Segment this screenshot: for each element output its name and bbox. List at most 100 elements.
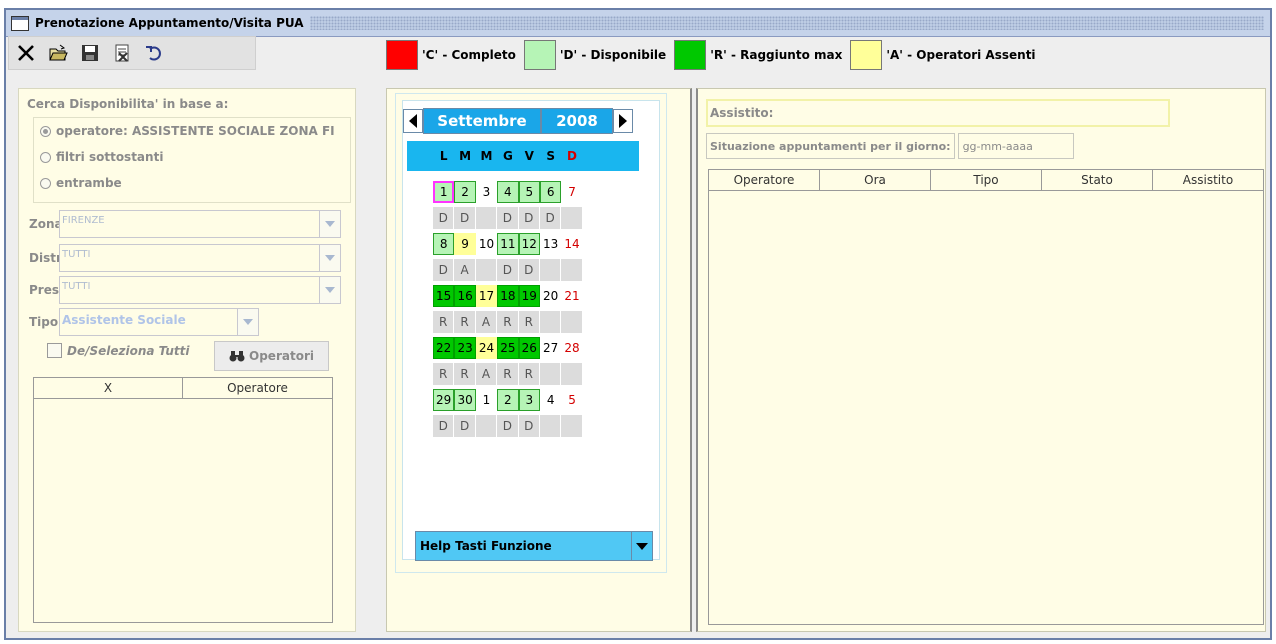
search-mode-radio[interactable]: entrambe xyxy=(34,170,350,196)
calendar-day[interactable]: 20 xyxy=(539,285,562,307)
day-status xyxy=(539,259,562,281)
calendar-day[interactable]: 5 xyxy=(561,389,582,411)
calendar-day[interactable]: 1 xyxy=(475,389,498,411)
calendar-day[interactable]: 25 xyxy=(497,337,519,359)
legend-swatch xyxy=(523,40,556,70)
select-all-label: De/Seleziona Tutti xyxy=(67,343,190,358)
operatori-button-label: Operatori xyxy=(249,349,314,363)
chevron-down-icon[interactable] xyxy=(319,245,340,271)
column-header-stato[interactable]: Stato xyxy=(1042,170,1153,190)
calendar-day[interactable]: 4 xyxy=(497,181,519,203)
calendar-day[interactable]: 26 xyxy=(518,337,540,359)
calendar-day[interactable]: 15 xyxy=(433,285,455,307)
radio-button[interactable] xyxy=(40,151,51,163)
tipo-label: Tipo xyxy=(29,315,59,329)
day-name: M xyxy=(459,149,472,163)
calendar-day[interactable]: 2 xyxy=(454,181,476,203)
calendar-day[interactable]: 11 xyxy=(497,233,519,255)
pres-combo[interactable]: TUTTI xyxy=(59,276,341,304)
radio-button[interactable] xyxy=(40,177,51,189)
calendar-day[interactable]: 14 xyxy=(561,233,582,255)
title-bar[interactable]: Prenotazione Appuntamento/Visita PUA xyxy=(6,8,1270,37)
close-icon[interactable] xyxy=(15,42,37,64)
calendar-day[interactable]: 19 xyxy=(518,285,540,307)
pres-value: TUTTI xyxy=(62,281,91,292)
day-names-header: LMMGVSD xyxy=(407,141,639,171)
day-status xyxy=(561,259,583,281)
calendar-day[interactable]: 3 xyxy=(518,389,540,411)
calendar-day[interactable]: 18 xyxy=(497,285,519,307)
undo-icon[interactable] xyxy=(143,42,165,64)
zona-combo[interactable]: FIRENZE xyxy=(59,210,341,238)
radio-button[interactable] xyxy=(40,125,51,137)
legend-item: 'C' - Completo xyxy=(386,40,516,70)
calendar-day[interactable]: 6 xyxy=(539,181,562,203)
save-icon[interactable] xyxy=(79,42,101,64)
calendar-day[interactable]: 27 xyxy=(539,337,562,359)
calendar-day[interactable]: 1 xyxy=(433,181,455,203)
calendar-day[interactable]: 24 xyxy=(475,337,498,359)
year-label[interactable]: 2008 xyxy=(541,108,613,134)
tipo-combo[interactable]: Assistente Sociale xyxy=(59,308,259,336)
calendar-day[interactable]: 12 xyxy=(518,233,540,255)
search-mode-radio[interactable]: filtri sottostanti xyxy=(34,144,350,170)
column-header-tipo[interactable]: Tipo xyxy=(931,170,1042,190)
calendar-week: 1234567 xyxy=(433,181,583,207)
day-status xyxy=(539,363,562,385)
chevron-down-icon[interactable] xyxy=(631,532,652,560)
day-name: L xyxy=(439,149,448,163)
chevron-down-icon[interactable] xyxy=(319,211,340,237)
day-status: R xyxy=(454,311,476,333)
prev-month-arrow-icon[interactable] xyxy=(403,109,423,133)
appointments-table-header: Operatore Ora Tipo Stato Assistito xyxy=(709,170,1263,191)
calendar-day[interactable]: 30 xyxy=(454,389,476,411)
calendar-day[interactable]: 23 xyxy=(454,337,476,359)
calendar-day[interactable]: 7 xyxy=(561,181,582,203)
calendar-day[interactable]: 8 xyxy=(433,233,455,255)
calendar-day[interactable]: 16 xyxy=(454,285,476,307)
calendar-day[interactable]: 3 xyxy=(475,181,498,203)
column-header-assistito[interactable]: Assistito xyxy=(1153,170,1263,190)
day-status: A xyxy=(475,311,498,333)
calendar-week: 29 30 1 2 3 4 5 xyxy=(433,389,583,415)
select-all-checkbox[interactable] xyxy=(47,343,62,358)
legend-item: 'D' - Disponibile xyxy=(523,40,666,70)
day-status: R xyxy=(518,311,540,333)
day-status: D xyxy=(539,207,562,229)
calendar-day[interactable]: 13 xyxy=(539,233,562,255)
calendar-day[interactable]: 29 xyxy=(433,389,455,411)
month-label[interactable]: Settembre xyxy=(423,108,541,134)
next-month-arrow-icon[interactable] xyxy=(613,109,633,133)
assistito-label: Assistito: xyxy=(710,106,774,120)
column-header-x[interactable]: X xyxy=(34,378,183,398)
operatori-button[interactable]: Operatori xyxy=(214,341,329,371)
distr-combo[interactable]: TUTTI xyxy=(59,244,341,272)
date-field[interactable]: gg-mm-aaaa xyxy=(957,133,1074,159)
calendar-day[interactable]: 17 xyxy=(475,285,498,307)
legend-item: 'A' - Operatori Assenti xyxy=(850,40,1036,70)
calendar-day[interactable]: 28 xyxy=(561,337,582,359)
delete-icon[interactable] xyxy=(111,42,133,64)
calendar-day[interactable]: 22 xyxy=(433,337,455,359)
calendar-day[interactable]: 2 xyxy=(497,389,519,411)
assistito-field[interactable]: Assistito: xyxy=(706,99,1170,127)
chevron-down-icon[interactable] xyxy=(319,277,340,303)
column-header-operatore[interactable]: Operatore xyxy=(183,378,332,398)
help-function-keys-combo[interactable]: Help Tasti Funzione xyxy=(415,531,653,561)
select-all-row[interactable]: De/Seleziona Tutti xyxy=(47,343,189,358)
calendar-day[interactable]: 21 xyxy=(561,285,582,307)
calendar-day[interactable]: 9 xyxy=(454,233,476,255)
calendar-day[interactable]: 10 xyxy=(475,233,498,255)
column-header-ora[interactable]: Ora xyxy=(820,170,931,190)
calendar-status-row: DDDDD xyxy=(433,207,583,229)
chevron-down-icon[interactable] xyxy=(237,309,258,335)
column-header-operatore[interactable]: Operatore xyxy=(709,170,820,190)
open-folder-icon[interactable] xyxy=(47,42,69,64)
radio-label: filtri sottostanti xyxy=(56,150,164,164)
search-heading: Cerca Disponibilita' in base a: xyxy=(27,97,229,111)
search-mode-radio[interactable]: operatore: ASSISTENTE SOCIALE ZONA FI xyxy=(34,118,350,144)
calendar-grid: 1 2 3 4 5 6 7 D D D D D 8 9 10 11 12 13 14 D A D D 15 16 17 18 19 20… xyxy=(433,181,583,441)
calendar-day[interactable]: 4 xyxy=(539,389,562,411)
calendar-day[interactable]: 5 xyxy=(518,181,540,203)
pres-label: Pres xyxy=(29,283,59,297)
